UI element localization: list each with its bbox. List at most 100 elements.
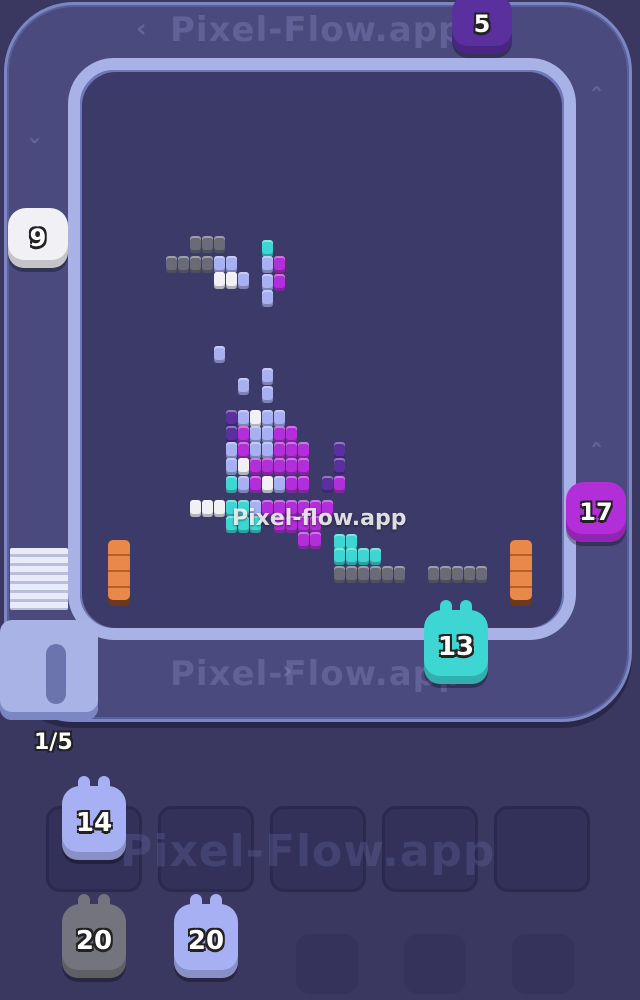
- pixel-block: [262, 256, 273, 273]
- pixel-block: [440, 566, 451, 583]
- pixel-block: [274, 476, 285, 493]
- pixel-block: [214, 346, 225, 363]
- pixel-block: [286, 476, 297, 493]
- wood-block-icon: [510, 540, 532, 600]
- pixel-block: [190, 256, 201, 273]
- watermark-top: Pixel-Flow.app: [170, 10, 464, 50]
- pixel-block: [250, 410, 261, 427]
- pixel-block: [394, 566, 405, 583]
- queue-counter: 1/5: [34, 730, 73, 755]
- shooter-count: 13: [437, 632, 475, 662]
- chevron-down-icon: ˇ: [28, 136, 41, 166]
- pixel-block: [202, 236, 213, 253]
- pixel-block: [214, 256, 225, 273]
- pixel-block: [452, 566, 463, 583]
- pixel-block: [334, 458, 345, 475]
- pixel-block: [262, 458, 273, 475]
- pixel-block: [346, 548, 357, 565]
- shooter-count: 5: [473, 10, 491, 38]
- watermark-tray: Pixel-Flow.app: [120, 826, 496, 877]
- pixel-block: [358, 566, 369, 583]
- pixel-block: [464, 566, 475, 583]
- chevron-left-icon: ›: [282, 656, 293, 686]
- pixel-block: [274, 426, 285, 443]
- waiting-shooter-lavender-1[interactable]: 14: [62, 776, 126, 860]
- pixel-block: [262, 386, 273, 403]
- shooter-magenta-right[interactable]: 17: [566, 482, 626, 542]
- chevron-up-icon: ˆ: [590, 440, 603, 470]
- pixel-block: [298, 476, 309, 493]
- pixel-block: [286, 426, 297, 443]
- stairs-icon: [10, 548, 68, 610]
- pixel-block: [286, 442, 297, 459]
- pixel-block: [358, 548, 369, 565]
- pixel-block: [370, 566, 381, 583]
- wood-block-icon: [108, 540, 130, 600]
- chevron-up-icon: ˆ: [590, 84, 603, 114]
- pixel-block: [262, 426, 273, 443]
- watermark-bottom: Pixel-Flow.app: [170, 654, 464, 694]
- pixel-block: [262, 240, 273, 257]
- empty-lane-slot: [512, 934, 574, 994]
- pixel-block: [250, 476, 261, 493]
- pixel-block: [428, 566, 439, 583]
- queue-slot-5[interactable]: [494, 806, 590, 892]
- shooter-cyan-bottom[interactable]: 13: [424, 600, 488, 684]
- pixel-block: [298, 532, 309, 549]
- pixel-block: [262, 290, 273, 307]
- pixel-block: [274, 274, 285, 291]
- empty-lane-slot: [404, 934, 466, 994]
- pixel-block: [262, 442, 273, 459]
- pixel-block: [262, 368, 273, 385]
- pixel-block: [298, 442, 309, 459]
- pixel-block: [226, 458, 237, 475]
- pixel-block: [226, 476, 237, 493]
- shooter-count: 14: [75, 808, 113, 838]
- pixel-block: [334, 476, 345, 493]
- pixel-block: [286, 458, 297, 475]
- pixel-block: [262, 410, 273, 427]
- pixel-block: [226, 442, 237, 459]
- pixel-block: [214, 236, 225, 253]
- shooter-white-left[interactable]: 9: [8, 208, 68, 268]
- shooter-count: 20: [187, 926, 225, 956]
- pixel-block: [238, 476, 249, 493]
- launcher-slot: [46, 644, 66, 704]
- pixel-board: [82, 72, 562, 628]
- shooter-count: 9: [29, 224, 47, 252]
- pixel-block: [190, 500, 201, 517]
- pixel-block: [238, 458, 249, 475]
- pixel-block: [262, 274, 273, 291]
- pixel-block: [310, 532, 321, 549]
- pixel-block: [476, 566, 487, 583]
- pixel-block: [238, 410, 249, 427]
- shooter-purple-top[interactable]: 5: [452, 0, 512, 54]
- pixel-block: [166, 256, 177, 273]
- pixel-block: [202, 256, 213, 273]
- pixel-block: [334, 442, 345, 459]
- pixel-block: [214, 272, 225, 289]
- waiting-shooter-gray[interactable]: 20: [62, 894, 126, 978]
- pixel-block: [370, 548, 381, 565]
- waiting-shooter-lavender-2[interactable]: 20: [174, 894, 238, 978]
- empty-lane-slot: [296, 934, 358, 994]
- pixel-block: [334, 548, 345, 565]
- pixel-block: [238, 442, 249, 459]
- pixel-block: [250, 442, 261, 459]
- pixel-block: [346, 566, 357, 583]
- watermark-center: Pixel-flow.app: [232, 506, 407, 531]
- pixel-block: [250, 426, 261, 443]
- pixel-block: [274, 458, 285, 475]
- pixel-block: [334, 566, 345, 583]
- pixel-block: [178, 256, 189, 273]
- pixel-block: [262, 476, 273, 493]
- shooter-count: 17: [579, 498, 613, 526]
- pixel-block: [238, 426, 249, 443]
- chevron-left-icon: ‹: [136, 14, 147, 44]
- pixel-block: [226, 426, 237, 443]
- pixel-block: [274, 442, 285, 459]
- pixel-block: [382, 566, 393, 583]
- pixel-block: [214, 500, 225, 517]
- pixel-block: [274, 256, 285, 273]
- pixel-block: [202, 500, 213, 517]
